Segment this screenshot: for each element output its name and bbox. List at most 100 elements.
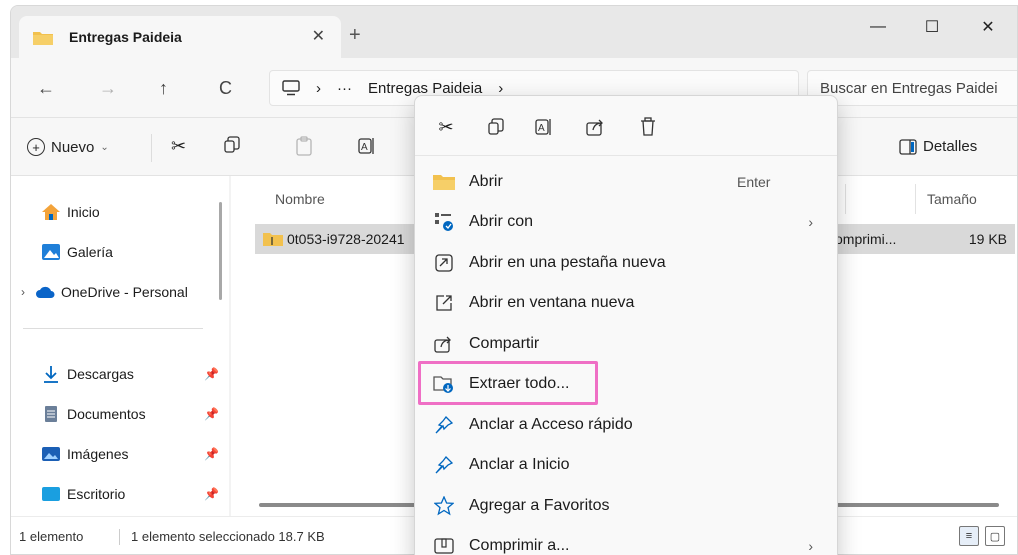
- menu-item-abrir[interactable]: Abrir Enter: [419, 163, 835, 201]
- breadcrumb-more[interactable]: ···: [337, 80, 352, 97]
- tab-entregas-paideia[interactable]: Entregas Paideia ✕: [19, 16, 341, 58]
- sidebar-item-escritorio[interactable]: Escritorio 📌: [11, 476, 229, 512]
- menu-item-anclar-acceso-rapido[interactable]: Anclar a Acceso rápido: [419, 406, 835, 444]
- menu-item-abrir-pestana[interactable]: Abrir en una pestaña nueva: [419, 244, 835, 282]
- menu-item-abrir-ventana[interactable]: Abrir en ventana nueva: [419, 284, 835, 322]
- menu-item-compartir[interactable]: Compartir: [419, 325, 835, 363]
- documents-icon: [41, 405, 61, 423]
- menu-item-label: Anclar a Inicio: [469, 456, 570, 473]
- refresh-button[interactable]: C: [219, 78, 232, 99]
- status-item-count: 1 elemento: [19, 529, 84, 544]
- svg-text:A: A: [538, 123, 545, 134]
- menu-item-label: Extraer todo...: [469, 375, 570, 392]
- copy-icon[interactable]: [223, 136, 241, 154]
- sidebar-item-galeria[interactable]: Galería: [11, 234, 229, 270]
- tab-close-button[interactable]: ✕: [312, 26, 325, 46]
- cut-icon[interactable]: ✂: [171, 136, 186, 157]
- sidebar-item-onedrive[interactable]: › OneDrive - Personal: [11, 274, 229, 310]
- cloud-icon: [35, 283, 55, 301]
- extract-icon: [433, 373, 455, 395]
- column-header-name[interactable]: Nombre: [275, 191, 325, 207]
- new-button[interactable]: + Nuevo ⌄: [27, 138, 109, 156]
- breadcrumb-current[interactable]: Entregas Paideia: [368, 80, 482, 97]
- menu-item-anclar-inicio[interactable]: Anclar a Inicio: [419, 446, 835, 484]
- sidebar-item-label: Documentos: [67, 406, 146, 422]
- sidebar-item-label: Imágenes: [67, 446, 129, 462]
- star-icon: [433, 495, 455, 517]
- new-label: Nuevo: [51, 138, 95, 156]
- add-icon: +: [27, 138, 45, 156]
- computer-icon: [282, 80, 300, 96]
- cut-icon[interactable]: ✂: [433, 114, 459, 140]
- compress-icon: [433, 535, 455, 555]
- menu-item-agregar-favoritos[interactable]: Agregar a Favoritos: [419, 487, 835, 525]
- details-pane-icon: [899, 138, 917, 155]
- sidebar-item-label: Galería: [67, 244, 113, 260]
- pin-icon[interactable]: 📌: [204, 447, 219, 461]
- paste-icon[interactable]: [295, 136, 313, 156]
- sidebar-item-label: Descargas: [67, 366, 134, 382]
- navigation-pane: Inicio Galería › OneDrive - Personal Des…: [11, 176, 229, 516]
- column-separator[interactable]: [845, 184, 846, 214]
- context-menu-toolbar: ✂ A: [415, 96, 837, 156]
- sidebar-item-descargas[interactable]: Descargas 📌: [11, 356, 229, 392]
- minimize-button[interactable]: —: [855, 12, 901, 42]
- file-name-cell: 0t053-i9728-20241: [263, 231, 405, 247]
- back-button[interactable]: ←: [37, 78, 55, 99]
- sidebar-scrollbar[interactable]: [219, 202, 222, 300]
- sidebar-item-documentos[interactable]: Documentos 📌: [11, 396, 229, 432]
- menu-item-label: Agregar a Favoritos: [469, 497, 610, 514]
- copy-icon[interactable]: [483, 114, 509, 140]
- svg-text:A: A: [361, 142, 368, 153]
- details-button[interactable]: Detalles: [899, 138, 977, 155]
- share-icon: [433, 333, 455, 355]
- new-tab-button[interactable]: +: [349, 24, 361, 47]
- forward-button[interactable]: →: [99, 78, 117, 99]
- maximize-button[interactable]: ☐: [909, 12, 955, 42]
- menu-item-label: Comprimir a...: [469, 537, 570, 554]
- up-button[interactable]: ↑: [159, 78, 168, 99]
- chevron-down-icon: ⌄: [100, 141, 109, 153]
- file-name: 0t053-i9728-20241: [287, 231, 405, 247]
- pin-icon[interactable]: 📌: [204, 487, 219, 501]
- breadcrumb-separator[interactable]: ›: [498, 80, 503, 97]
- sidebar-item-imagenes[interactable]: Imágenes 📌: [11, 436, 229, 472]
- rename-icon[interactable]: A: [357, 136, 377, 156]
- pin-icon[interactable]: 📌: [204, 407, 219, 421]
- menu-item-label: Abrir con: [469, 213, 534, 230]
- download-icon: [41, 365, 61, 383]
- share-icon[interactable]: [583, 114, 609, 140]
- column-separator[interactable]: [915, 184, 916, 214]
- menu-item-label: Abrir en ventana nueva: [469, 294, 635, 311]
- pin-icon: [433, 414, 455, 436]
- menu-item-extraer-todo[interactable]: Extraer todo...: [419, 365, 835, 403]
- folder-icon: [433, 171, 455, 193]
- sidebar-item-label: OneDrive - Personal: [61, 284, 188, 300]
- menu-item-label: Compartir: [469, 335, 540, 352]
- tiles-view-icon[interactable]: ▢: [985, 526, 1005, 546]
- delete-icon[interactable]: [635, 114, 661, 140]
- details-label: Detalles: [923, 138, 978, 155]
- shortcut-label: Enter: [737, 174, 771, 190]
- file-type-cell: omprimi...: [835, 231, 897, 247]
- pin-icon: [433, 454, 455, 476]
- home-icon: [41, 203, 61, 221]
- tab-title: Entregas Paideia: [69, 29, 182, 45]
- chevron-right-icon[interactable]: ›: [21, 285, 25, 299]
- menu-item-label: Abrir en una pestaña nueva: [469, 254, 666, 271]
- sidebar-item-label: Escritorio: [67, 486, 126, 502]
- details-view-icon[interactable]: ≡: [959, 526, 979, 546]
- folder-icon: [33, 31, 53, 45]
- sidebar-item-label: Inicio: [67, 204, 100, 220]
- close-window-button[interactable]: ✕: [965, 12, 1011, 42]
- menu-item-abrir-con[interactable]: Abrir con ›: [419, 203, 835, 241]
- open-with-icon: [433, 211, 455, 233]
- menu-item-comprimir[interactable]: Comprimir a... ›: [419, 527, 835, 555]
- column-header-size[interactable]: Tamaño: [927, 191, 977, 207]
- context-menu: ✂ A Abrir Enter Abrir con › Abrir en una…: [414, 95, 838, 555]
- rename-icon[interactable]: A: [531, 114, 557, 140]
- search-input[interactable]: Buscar en Entregas Paidei: [807, 70, 1017, 106]
- new-tab-icon: [433, 252, 455, 274]
- pin-icon[interactable]: 📌: [204, 367, 219, 381]
- sidebar-item-inicio[interactable]: Inicio: [11, 194, 229, 230]
